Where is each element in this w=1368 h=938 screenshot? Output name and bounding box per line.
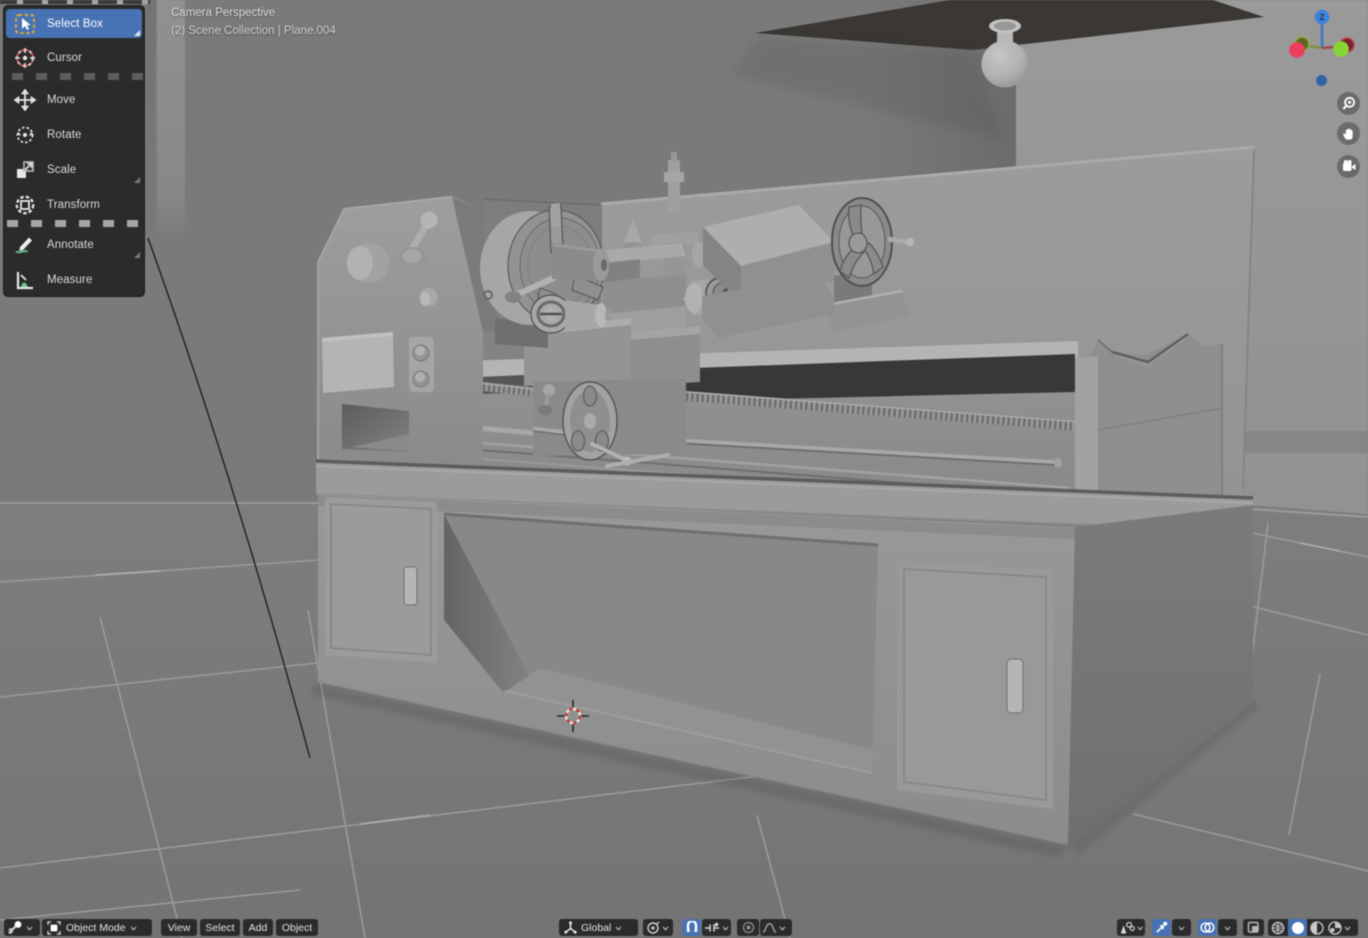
svg-text:Z: Z (1319, 12, 1324, 22)
